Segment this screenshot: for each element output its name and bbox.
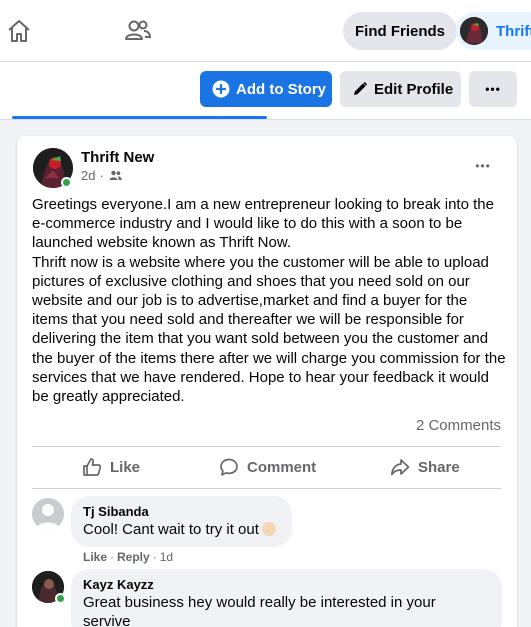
find-friends-label: Find Friends	[355, 22, 445, 40]
post-options-button[interactable]: •••	[471, 154, 495, 178]
post-paragraph: Greetings everyone.I am a new entreprene…	[32, 196, 494, 252]
comment-bubble: Tj Sibanda Cool! Cant wait to try it out	[71, 496, 292, 547]
more-icon: •••	[475, 159, 491, 173]
thumbs-up-emoji-icon	[261, 522, 276, 536]
profile-name: Thrift	[496, 22, 531, 40]
more-icon: •••	[485, 82, 501, 96]
comment-icon	[220, 458, 238, 476]
comment-label: Comment	[247, 458, 317, 476]
post-body: Greetings everyone.I am a new entreprene…	[32, 195, 507, 406]
post-timestamp[interactable]: 2d	[81, 168, 95, 183]
share-button[interactable]: Share	[390, 455, 460, 479]
plus-circle-icon	[212, 80, 230, 98]
comment-text: Great business hey would really be inter…	[83, 594, 436, 627]
profile-action-bar: Add to Story Edit Profile •••	[0, 62, 531, 120]
online-status-indicator	[61, 177, 72, 188]
comment-text: Cool! Cant wait to try it out	[83, 520, 280, 539]
like-button[interactable]: Like	[82, 455, 140, 479]
meta-separator: ·	[99, 168, 104, 183]
top-nav-bar: Find Friends Thrift	[0, 0, 531, 62]
divider	[32, 488, 501, 489]
active-tab-indicator	[12, 116, 267, 119]
friends-audience-icon	[109, 170, 122, 180]
friends-icon	[125, 20, 152, 40]
friends-nav-button[interactable]	[121, 14, 155, 48]
post-paragraph: Thrift now is a website where you the cu…	[32, 253, 506, 406]
like-label: Like	[110, 458, 141, 476]
comment-like-button[interactable]: Like	[83, 550, 107, 564]
share-label: Share	[418, 458, 460, 476]
comment-actions: Like · Reply · 1d	[83, 550, 173, 564]
edit-profile-label: Edit Profile	[374, 80, 454, 98]
more-options-button[interactable]: •••	[469, 71, 517, 107]
find-friends-button[interactable]: Find Friends	[343, 12, 457, 50]
separator: ·	[152, 550, 157, 564]
share-icon	[390, 459, 410, 476]
comment-reply-button[interactable]: Reply	[117, 550, 150, 564]
thumbs-up-icon	[83, 458, 102, 476]
comment-author[interactable]: Tj Sibanda	[83, 504, 280, 520]
comment-bubble: Kayz Kayzz Great business hey would real…	[71, 569, 502, 627]
avatar	[460, 17, 488, 45]
pencil-icon	[354, 81, 368, 95]
profile-shortcut-button[interactable]: Thrift	[456, 12, 531, 50]
online-status-indicator	[55, 593, 66, 604]
post-meta: 2d ·	[81, 168, 122, 183]
comment-count-link[interactable]: 2 Comments	[416, 417, 501, 434]
comment-button[interactable]: Comment	[219, 455, 316, 479]
edit-profile-button[interactable]: Edit Profile	[340, 71, 461, 107]
commenter-avatar[interactable]	[32, 498, 64, 530]
divider	[32, 446, 501, 447]
comment-author[interactable]: Kayz Kayzz	[83, 577, 490, 593]
separator: ·	[110, 550, 115, 564]
post-author-name[interactable]: Thrift New	[81, 149, 154, 166]
add-to-story-label: Add to Story	[236, 80, 326, 98]
post-card: Thrift New 2d · ••• Greetings everyone.I…	[17, 136, 517, 627]
home-icon	[8, 20, 30, 42]
home-nav-button[interactable]	[2, 14, 36, 48]
comment-time[interactable]: 1d	[160, 550, 173, 564]
add-to-story-button[interactable]: Add to Story	[200, 71, 332, 107]
